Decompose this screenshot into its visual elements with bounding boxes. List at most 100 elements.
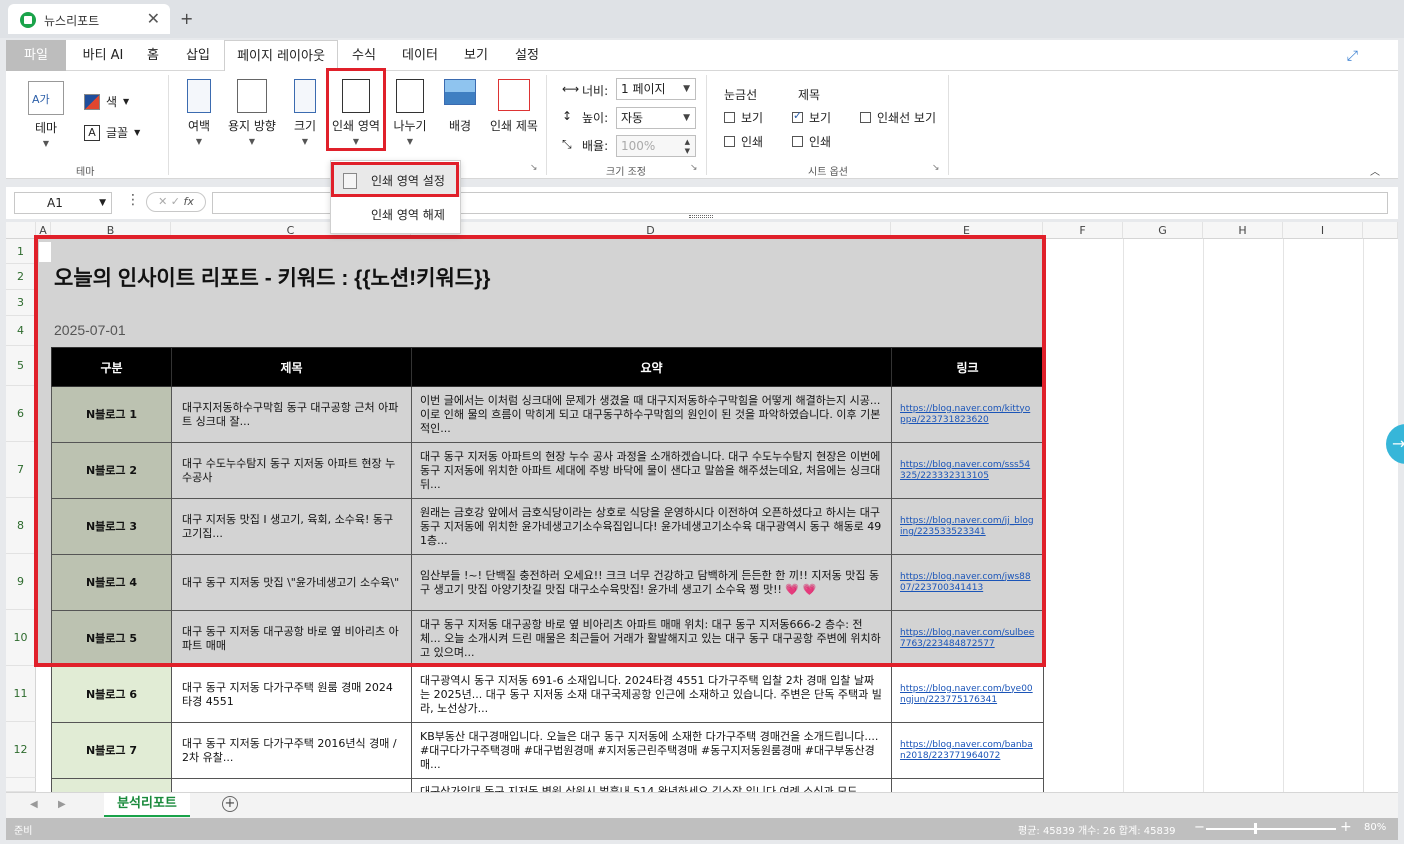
menu-tab-settings[interactable]: 설정 [506,40,548,71]
gridlines-view-checkbox[interactable]: 보기 [724,109,763,126]
next-sheet-icon[interactable]: ▶ [58,799,66,810]
formula-bar: A1 ▼ ⋮ ✕ ✓ fx [6,187,1398,219]
background-button[interactable]: 배경 [442,79,478,134]
document-tab-title: 뉴스리포트 [44,14,100,28]
menu-tab-formulas[interactable]: 수식 [344,40,384,71]
col-header-g[interactable]: G [1123,222,1203,239]
fonts-label: 글꼴 [106,126,129,140]
menu-tab-page-layout[interactable]: 페이지 레이아웃 [224,40,338,72]
category-cell[interactable] [51,778,172,792]
sheet-tab-active[interactable]: 분석리포트 [104,793,190,817]
link-cell[interactable] [891,778,1044,792]
margins-button[interactable]: 여백 ▼ [182,79,216,146]
col-header-i[interactable]: I [1283,222,1363,239]
menu-file[interactable]: 파일 [6,40,66,71]
gridline [1363,239,1364,792]
corner-select-all[interactable] [6,222,36,239]
row-header-11[interactable]: 11 [6,666,36,722]
fonts-caret-icon: ▼ [134,128,141,137]
width-select[interactable]: 1 페이지 ▼ [616,78,696,100]
zoom-in-icon[interactable]: + [1340,819,1352,835]
link-cell[interactable]: https://blog.naver.com/banban2018/223771… [891,722,1044,779]
row-header-3[interactable]: 3 [6,290,36,316]
row-header-13[interactable] [6,778,36,792]
colors-button[interactable]: 색 ▼ [84,93,129,110]
page-setup-launcher-icon[interactable]: ↘ [530,163,538,173]
scale-launcher-icon[interactable]: ↘ [690,163,698,173]
summary-cell[interactable]: KB부동산 대구경매입니다. 오늘은 대구 동구 지저동에 소재한 다가구주택 … [411,722,892,779]
name-box-value: A1 [47,196,63,210]
row-header-2[interactable]: 2 [6,264,36,290]
fonts-button[interactable]: A 글꼴 ▼ [84,124,140,141]
zoom-out-icon[interactable]: − [1194,820,1205,835]
print-lines-view-checkbox[interactable]: 인쇄선 보기 [860,109,936,126]
row-header-7[interactable]: 7 [6,442,36,498]
title-cell[interactable] [171,778,412,792]
category-cell[interactable]: N블로그 7 [51,722,172,779]
theme-button[interactable]: 테마 ▼ [24,81,68,148]
orientation-button[interactable]: 용지 방향 ▼ [224,79,280,146]
print-titles-button[interactable]: 인쇄 제목 [486,79,542,134]
scale-group-label: 크기 조정 [606,167,646,178]
size-button[interactable]: 크기 ▼ [290,79,320,146]
set-print-area-item[interactable]: 인쇄 영역 설정 [331,165,460,197]
zoom-slider[interactable] [1206,828,1336,830]
clear-print-area-item[interactable]: 인쇄 영역 해제 [331,199,460,231]
zoom-slider-thumb[interactable] [1254,823,1257,834]
row-header-1[interactable]: 1 [6,239,36,264]
name-box[interactable]: A1 ▼ [14,192,112,214]
menu-tab-bati-ai[interactable]: 바티 AI [72,40,134,71]
link-cell[interactable]: https://blog.naver.com/bye00ngjun/223775… [891,666,1044,723]
print-area-button[interactable]: 인쇄 영역 ▼ [330,79,382,146]
summary-cell[interactable]: 대구상가임대 동구 지저동 병원 상원시 벌훈내 514 완년하세요 김소장 입… [411,778,892,792]
theme-caret-icon: ▼ [42,139,50,148]
add-sheet-icon[interactable]: + [222,796,238,812]
margins-icon [187,79,211,113]
category-cell[interactable]: N블로그 6 [51,666,172,723]
checkbox-icon [860,112,871,123]
resize-grip-icon[interactable] [689,215,713,218]
expand-window-icon[interactable]: ⤢ [1347,48,1358,64]
more-options-icon[interactable]: ⋮ [126,192,140,208]
prev-sheet-icon[interactable]: ◀ [30,799,38,810]
row-header-8[interactable]: 8 [6,498,36,554]
row-header-4[interactable]: 4 [6,316,36,346]
row-header-9[interactable]: 9 [6,554,36,610]
close-tab-icon[interactable]: ✕ [147,9,160,28]
menu-tab-home[interactable]: 홈 [138,40,168,71]
title-cell[interactable]: 대구 동구 지저동 다가구주택 원룸 경매 2024타경 4551 [171,666,412,723]
theme-label: 테마 [34,121,58,135]
row-header-12[interactable]: 12 [6,722,36,778]
headings-view-checkbox[interactable]: 보기 [792,109,831,126]
headings-print-checkbox[interactable]: 인쇄 [792,133,831,150]
sheet-options-launcher-icon[interactable]: ↘ [932,163,940,173]
collapse-ribbon-icon[interactable]: ︿ [1370,163,1380,178]
col-header-f[interactable]: F [1043,222,1123,239]
scale-stepper[interactable]: 100% ▲ ▼ [616,135,696,157]
checkbox-icon [724,112,735,123]
menu-tab-data[interactable]: 데이터 [394,40,446,71]
zoom-level[interactable]: 80% [1364,822,1386,833]
formula-controls[interactable]: ✕ ✓ fx [146,192,206,212]
summary-cell[interactable]: 대구광역시 동구 지저동 691-6 소재입니다. 2024타경 4551 다가… [411,666,892,723]
menu-tab-view[interactable]: 보기 [456,40,496,71]
height-select[interactable]: 자동 ▼ [616,107,696,129]
breaks-button[interactable]: 나누기 ▼ [390,79,430,146]
col-header-h[interactable]: H [1203,222,1283,239]
chevron-down-icon: ▼ [99,198,106,208]
row-header-6[interactable]: 6 [6,386,36,442]
height-icon: ↕ [562,109,573,123]
chevron-down-icon: ▼ [683,84,690,94]
checkbox-checked-icon [792,109,803,123]
stepper-arrows-icon[interactable]: ▲ ▼ [685,138,690,156]
title-cell[interactable]: 대구 동구 지저동 다가구주택 2016년식 경매 / 2차 유찰... [171,722,412,779]
row-header-10[interactable]: 10 [6,610,36,666]
menu-tab-insert[interactable]: 삽입 [176,40,220,71]
app-window: 뉴스리포트 ✕ + 파일 바티 AI 홈 삽입 페이지 레이아웃 수식 데이터 … [0,0,1404,844]
new-tab-icon[interactable]: + [180,9,193,28]
row-header-5[interactable]: 5 [6,346,36,386]
table-row: 대구상가임대 동구 지저동 병원 상원시 벌훈내 514 완년하세요 김소장 입… [51,778,1044,792]
document-tab[interactable]: 뉴스리포트 ✕ [8,4,170,34]
gridlines-print-checkbox[interactable]: 인쇄 [724,133,763,150]
breaks-caret-icon: ▼ [406,137,414,146]
